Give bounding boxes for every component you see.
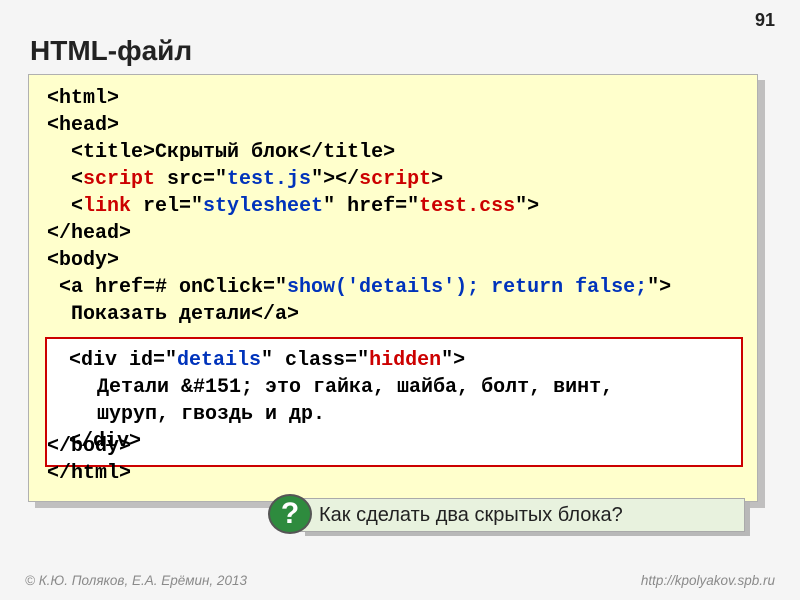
code-line: <a href=# onClick="show('details'); retu… [47, 274, 739, 301]
footer-copyright: © К.Ю. Поляков, Е.А. Ерёмин, 2013 [25, 573, 247, 588]
code-line: </html> [47, 460, 131, 487]
code-box: <html> <head> <title>Скрытый блок</title… [28, 74, 758, 502]
code-line: <html> [47, 85, 739, 112]
code-line: </body> [47, 433, 131, 460]
code-line: <head> [47, 112, 739, 139]
code-line: <link rel="stylesheet" href="test.css"> [47, 193, 739, 220]
code-line: <body> [47, 247, 739, 274]
code-line: </div> [69, 428, 727, 455]
question-text: Как сделать два скрытых блока? [319, 504, 623, 527]
code-line: Показать детали</a> [47, 301, 739, 328]
code-line: <div id="details" class="hidden"> [69, 347, 727, 374]
question-mark-icon: ? [268, 494, 312, 534]
code-line: Детали &#151; это гайка, шайба, болт, ви… [97, 374, 727, 401]
code-line: шуруп, гвоздь и др. [97, 401, 727, 428]
page-number: 91 [755, 10, 775, 31]
highlighted-code-box: <div id="details" class="hidden"> Детали… [45, 337, 743, 467]
code-line: </head> [47, 220, 739, 247]
slide-title: HTML-файл [30, 35, 192, 67]
footer-url: http://kpolyakov.spb.ru [641, 573, 775, 588]
question-box: Как сделать два скрытых блока? [300, 498, 745, 532]
code-line: <title>Скрытый блок</title> [47, 139, 739, 166]
code-line: <script src="test.js"></script> [47, 166, 739, 193]
